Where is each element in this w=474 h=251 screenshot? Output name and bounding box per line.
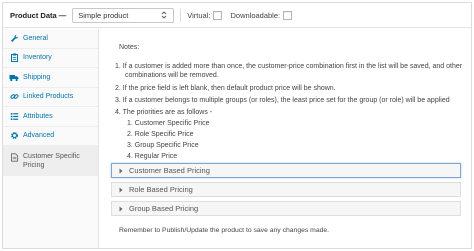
- notes-title: Notes:: [119, 44, 140, 51]
- priority-item: 2. Role Specific Price: [127, 131, 194, 138]
- tab-label: Inventory: [23, 54, 52, 62]
- link-icon: [9, 92, 19, 102]
- accordion-group-based-pricing[interactable]: Group Based Pricing: [111, 201, 461, 216]
- tab-general[interactable]: General: [3, 29, 98, 49]
- accordion-label: Group Based Pricing: [129, 204, 199, 213]
- clipboard-icon: [9, 53, 19, 63]
- product-type-value: Simple product: [78, 10, 129, 20]
- tab-inventory[interactable]: Inventory: [3, 49, 98, 68]
- tab-label: General: [23, 34, 48, 42]
- gear-icon: [9, 131, 19, 141]
- downloadable-checkbox[interactable]: [283, 10, 293, 20]
- product-data-panel: Product Data — Simple product Virtual: D…: [2, 2, 472, 249]
- caret-right-icon: [117, 205, 124, 212]
- virtual-label: Virtual:: [187, 10, 211, 20]
- wrench-icon: [9, 33, 19, 43]
- save-reminder-note: Remember to Publish/Update the product t…: [119, 227, 330, 234]
- tab-label: Attributes: [23, 112, 53, 120]
- product-type-select[interactable]: Simple product: [72, 7, 175, 23]
- tab-label: Linked Products: [23, 93, 74, 101]
- document-icon: [9, 152, 19, 162]
- note-line-1-cont: combinations will be removed.: [125, 72, 219, 79]
- accordion-label: Customer Based Pricing: [129, 166, 210, 175]
- tab-linked-products[interactable]: Linked Products: [3, 88, 98, 107]
- panel-title: Product Data —: [10, 10, 67, 20]
- chevron-up-down-icon: [160, 11, 168, 19]
- virtual-checkbox[interactable]: [213, 10, 223, 20]
- tab-advanced[interactable]: Advanced: [3, 127, 98, 146]
- priority-item: 1. Customer Specific Price: [127, 120, 210, 127]
- note-line-4: 4. The priorities are as follows -: [115, 109, 213, 116]
- tab-customer-specific-pricing[interactable]: Customer Specific Pricing: [3, 146, 98, 176]
- product-data-tabs: General Inventory Shipping Linked Produc…: [3, 29, 99, 248]
- note-line-2: 2. If the price field is left blank, the…: [115, 85, 336, 92]
- header-divider: [180, 8, 182, 22]
- tab-label: Customer Specific Pricing: [23, 153, 80, 169]
- note-line-1: 1. If a customer is added more than once…: [115, 63, 463, 70]
- caret-right-icon: [117, 186, 124, 193]
- caret-right-icon: [117, 167, 124, 174]
- tab-label: Advanced: [23, 132, 55, 140]
- panel-header: Product Data — Simple product Virtual: D…: [3, 3, 471, 28]
- tab-attributes[interactable]: Attributes: [3, 107, 98, 127]
- pricing-content: Notes: 1. If a customer is added more th…: [103, 29, 469, 248]
- tab-shipping[interactable]: Shipping: [3, 68, 98, 88]
- priority-item: 4. Regular Price: [127, 153, 178, 160]
- accordion-customer-based-pricing[interactable]: Customer Based Pricing: [111, 163, 461, 178]
- truck-icon: [9, 72, 19, 82]
- downloadable-label: Downloadable:: [230, 10, 281, 20]
- list-icon: [9, 111, 19, 121]
- note-line-3: 3. If a customer belongs to multiple gro…: [115, 97, 450, 104]
- priority-item: 3. Group Specific Price: [127, 142, 199, 149]
- tab-label: Shipping: [23, 73, 51, 81]
- accordion-label: Role Based Pricing: [129, 185, 193, 194]
- accordion-role-based-pricing[interactable]: Role Based Pricing: [111, 182, 461, 197]
